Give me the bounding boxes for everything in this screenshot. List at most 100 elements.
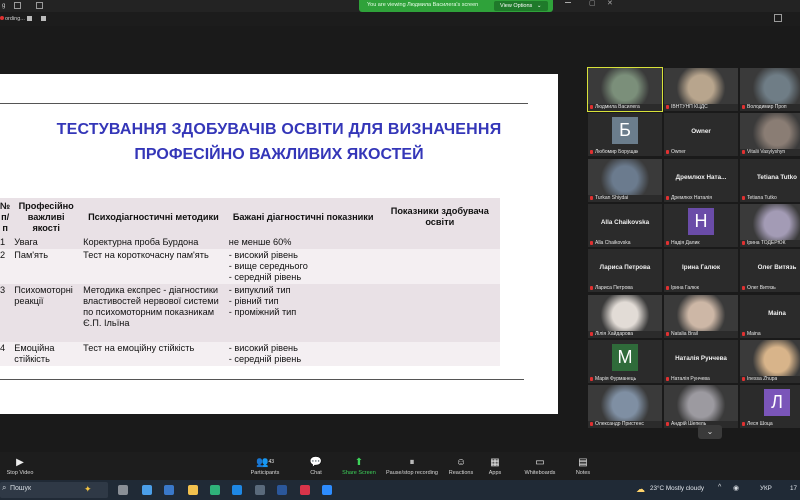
shared-slide: ТЕСТУВАННЯ ЗДОБУВАЧІВ ОСВІТИ ДЛЯ ВИЗНАЧЕ… xyxy=(0,74,558,414)
participant-tile[interactable]: Олег Витязь Олег Витязь xyxy=(740,249,800,293)
participant-name: ІВНТУНП КЦДС xyxy=(666,104,708,110)
participant-tile[interactable]: Л Леся Шоца xyxy=(740,385,800,429)
participant-tile[interactable]: Володимир Проп xyxy=(740,68,800,111)
notes-icon: ▤ xyxy=(578,457,588,468)
participant-tile[interactable]: Vitalii Vasylyshyn xyxy=(740,113,800,157)
participant-name-text: Turkan Shiydai xyxy=(595,194,629,201)
participant-avatar: Б xyxy=(612,117,638,145)
close-icon[interactable]: ✕ xyxy=(607,0,613,7)
muted-mic-icon xyxy=(666,240,669,245)
taskbar-search-box[interactable]: ⌕ Пошук ✦ xyxy=(0,482,108,498)
app-icon[interactable] xyxy=(300,485,310,495)
gallery-next-page-button[interactable]: ⌄ xyxy=(698,425,722,439)
viewing-screen-text: You are viewing Людмила Василега's scree… xyxy=(367,2,479,8)
recording-status: ording... xyxy=(5,16,25,22)
share-screen-icon: ⬆ xyxy=(354,457,364,468)
participant-tile[interactable]: ІВНТУНП КЦДС xyxy=(664,68,738,111)
edge-browser-icon[interactable] xyxy=(142,485,152,495)
participant-tile[interactable]: Owner Owner xyxy=(664,113,738,157)
row-method: Коректурна проба Бурдона xyxy=(80,236,227,249)
participant-tile[interactable]: Лариса Петрова Лариса Петрова xyxy=(588,249,662,293)
zoom-icon[interactable] xyxy=(322,485,332,495)
participant-display-name: Owner xyxy=(691,128,711,136)
row-desired: не менше 60% xyxy=(226,236,380,249)
word-icon[interactable] xyxy=(277,485,287,495)
participant-name-text: Ірина ТОДЕРЮК xyxy=(747,239,786,246)
participant-tile[interactable]: Inessa Zhupa xyxy=(740,339,800,383)
participant-name-text: Лариса Петрова xyxy=(595,285,633,292)
pause-icon[interactable] xyxy=(27,16,32,21)
language-indicator[interactable]: УКР xyxy=(760,485,772,492)
participant-name: Vitalii Vasylyshyn xyxy=(742,149,785,155)
participant-name-text: Inessa Zhupa xyxy=(747,375,778,382)
fullscreen-icon[interactable] xyxy=(36,2,43,9)
task-view-icon[interactable] xyxy=(118,485,128,495)
header-quality: Професійно важливі якості xyxy=(12,198,81,236)
chat-button[interactable]: 💬 Chat xyxy=(305,457,327,476)
muted-mic-icon xyxy=(590,331,593,336)
notes-button[interactable]: ▤ Notes xyxy=(572,457,594,476)
slide-divider-bottom xyxy=(0,379,524,380)
minimize-icon[interactable] xyxy=(565,2,571,3)
reactions-button[interactable]: ☺ Reactions xyxy=(446,457,476,476)
participant-tile[interactable]: Maina Maina xyxy=(740,294,800,338)
participant-tile[interactable]: Ірина ТОДЕРЮК xyxy=(740,203,800,247)
tray-chevron-icon[interactable]: ^ xyxy=(718,484,721,491)
chevron-down-icon: ⌄ xyxy=(536,3,542,9)
view-options-button[interactable]: View Options ⌄ xyxy=(494,1,548,11)
participant-name-text: Марія Фурманець xyxy=(595,375,637,382)
participant-tile[interactable]: Наталія Рунчева Наталія Рунчева xyxy=(664,339,738,383)
stop-icon[interactable] xyxy=(41,16,46,21)
network-icon[interactable]: ◉ xyxy=(733,484,739,492)
participant-gallery: Людмила Василега ІВНТУНП КЦДС Володимир Пр… xyxy=(584,64,800,449)
participant-tile[interactable]: Дремлюх Ната... Дремлюх Наталія xyxy=(664,158,738,202)
stop-video-button[interactable]: ▶ Stop Video xyxy=(4,457,36,476)
row-number: 1 xyxy=(0,236,13,249)
store-icon[interactable] xyxy=(164,485,174,495)
participant-name: Любомир Борущак xyxy=(590,149,638,155)
share-screen-button[interactable]: ⬆ Share Screen xyxy=(339,457,379,476)
restore-icon[interactable]: ▢ xyxy=(589,0,596,7)
table-row: 1 Увага Коректурна проба Бурдона не менше 6… xyxy=(0,236,500,249)
clock-text[interactable]: 17 xyxy=(790,485,797,492)
settings-icon[interactable] xyxy=(255,485,265,495)
chat-icon: 💬 xyxy=(309,457,323,468)
row-desired: - високий рівень - середній рівень xyxy=(226,342,380,366)
participant-tile[interactable]: Alla Chaikovska Alla Chaikovska xyxy=(588,203,662,247)
participant-tile[interactable]: Лілія Хайдарова xyxy=(588,294,662,338)
whiteboards-button[interactable]: ▭ Whiteboards xyxy=(522,457,558,476)
gallery-view-icon[interactable] xyxy=(774,14,782,22)
muted-mic-icon xyxy=(590,376,593,381)
mail-icon[interactable] xyxy=(232,485,242,495)
participant-tile[interactable]: Natalia Brail xyxy=(664,294,738,338)
search-icon: ⌕ xyxy=(2,483,7,492)
header-num: № п/п xyxy=(0,198,13,236)
muted-mic-icon xyxy=(742,195,745,200)
muted-mic-icon xyxy=(742,105,745,109)
participant-display-name: Tetiana Tutko xyxy=(757,173,797,181)
participant-tile[interactable]: Tetiana Tutko Tetiana Tutko xyxy=(740,158,800,202)
participant-video xyxy=(740,68,800,104)
reactions-label: Reactions xyxy=(448,470,474,476)
participant-tile[interactable]: М Марія Фурманець xyxy=(588,339,662,383)
participant-tile[interactable]: Turkan Shiydai xyxy=(588,158,662,202)
pause-recording-button[interactable]: ⏸ Pause/stop recording xyxy=(384,457,440,476)
chrome-icon[interactable] xyxy=(210,485,220,495)
pause-recording-label: Pause/stop recording xyxy=(386,470,438,476)
participant-name-text: Наталія Рунчева xyxy=(671,375,710,382)
participants-icon: 👥43 xyxy=(255,457,274,468)
apps-button[interactable]: ▦ Apps xyxy=(484,457,506,476)
participant-tile[interactable]: Н Надія Далик xyxy=(664,203,738,247)
participant-tile[interactable]: Ірина Галюк Ірина Галюк xyxy=(664,249,738,293)
participant-tile[interactable]: Б Любомир Борущак xyxy=(588,113,662,157)
copilot-sparkle-icon: ✦ xyxy=(84,484,92,494)
participant-name-text: Лілія Хайдарова xyxy=(595,330,634,337)
file-explorer-icon[interactable] xyxy=(188,485,198,495)
video-camera-icon: ▶ xyxy=(16,457,24,468)
participant-tile[interactable]: Андрій Шепель xyxy=(664,385,738,429)
participants-button[interactable]: 👥43 Participants xyxy=(248,457,282,476)
participant-video xyxy=(588,158,662,195)
participant-tile[interactable]: Людмила Василега xyxy=(587,67,663,112)
participant-tile[interactable]: Олександр Пристенс xyxy=(588,385,662,429)
menu-icon[interactable] xyxy=(14,2,21,9)
